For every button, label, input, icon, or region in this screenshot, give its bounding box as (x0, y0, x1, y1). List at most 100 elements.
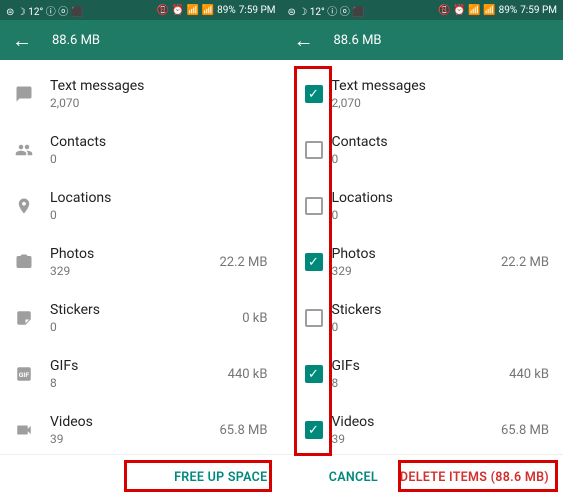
checkbox[interactable] (305, 141, 323, 159)
list-item[interactable]: Stickers 0 (282, 290, 563, 346)
item-label: Photos (332, 246, 490, 262)
header-size: 88.6 MB (334, 33, 382, 48)
item-label: Text messages (50, 78, 208, 94)
check-col: ✓ (296, 85, 332, 103)
gif-icon: GIF (14, 365, 34, 383)
item-size: 22.2 MB (489, 255, 549, 270)
item-count: 0 (332, 152, 490, 166)
checkbox[interactable]: ✓ (305, 421, 323, 439)
icon-col (14, 141, 50, 159)
check-col (296, 197, 332, 215)
check-icon: ✓ (308, 368, 319, 381)
item-count: 0 (332, 208, 490, 222)
text-col: GIFs 8 (50, 358, 208, 390)
item-label: Photos (50, 246, 208, 262)
item-count: 0 (50, 208, 208, 222)
item-count: 0 (332, 320, 490, 334)
list-item[interactable]: Locations 0 (0, 178, 282, 234)
footer: FREE UP SPACE (0, 454, 282, 500)
text-col: Locations 0 (50, 190, 208, 222)
item-size: 440 kB (208, 367, 268, 382)
text-col: Locations 0 (332, 190, 490, 222)
list-item[interactable]: Contacts 0 (0, 122, 282, 178)
item-size: 22.2 MB (208, 255, 268, 270)
text-col: Contacts 0 (332, 134, 490, 166)
item-label: Text messages (332, 78, 490, 94)
signal-icons: 📵 ⏰ 📶 📶 (157, 5, 214, 16)
text-col: GIFs 8 (332, 358, 490, 390)
item-count: 2,070 (50, 96, 208, 110)
check-col (296, 141, 332, 159)
footer: CANCEL DELETE ITEMS (88.6 MB) (282, 454, 563, 500)
text-col: Videos 39 (332, 414, 490, 446)
checkbox[interactable]: ✓ (305, 365, 323, 383)
battery-level: 89% (499, 5, 518, 16)
status-bar: ⊜ ☽ 12° ⓘ ⓞ ⬛ 📵 ⏰ 📶 📶 89% 7:59 PM (0, 0, 282, 20)
item-count: 329 (332, 264, 490, 278)
list-item[interactable]: ✓ Videos 39 65.8 MB (282, 402, 563, 454)
item-count: 0 (50, 320, 208, 334)
item-label: GIFs (50, 358, 208, 374)
text-col: Photos 329 (332, 246, 490, 278)
status-left: ⊜ ☽ 12° ⓘ ⓞ ⬛ (6, 3, 83, 18)
item-label: Stickers (50, 302, 208, 318)
checkbox[interactable] (305, 309, 323, 327)
clock: 7:59 PM (520, 5, 557, 16)
list-item[interactable]: Contacts 0 (282, 122, 563, 178)
message-icon (14, 85, 34, 103)
check-col (296, 309, 332, 327)
checkbox[interactable]: ✓ (305, 85, 323, 103)
list-item[interactable]: ✓ Text messages 2,070 (282, 66, 563, 122)
icon-col (14, 421, 50, 439)
app-header: ← 88.6 MB (282, 20, 563, 60)
cancel-button[interactable]: CANCEL (329, 470, 378, 485)
list-item[interactable]: Photos 329 22.2 MB (0, 234, 282, 290)
signal-icons: 📵 ⏰ 📶 📶 (438, 5, 495, 16)
status-right: 📵 ⏰ 📶 📶 89% 7:59 PM (438, 5, 557, 16)
delete-items-button[interactable]: DELETE ITEMS (88.6 MB) (400, 470, 549, 485)
text-col: Photos 329 (50, 246, 208, 278)
list-item[interactable]: ✓ GIFs 8 440 kB (282, 346, 563, 402)
icon-col (14, 253, 50, 271)
camera-icon (14, 253, 34, 271)
icon-col (14, 85, 50, 103)
list-item[interactable]: Locations 0 (282, 178, 563, 234)
item-label: Contacts (332, 134, 490, 150)
list-item[interactable]: Text messages 2,070 (0, 66, 282, 122)
item-size: 65.8 MB (489, 423, 549, 438)
item-label: Videos (50, 414, 208, 430)
back-icon[interactable]: ← (294, 28, 314, 53)
check-icon: ✓ (308, 88, 319, 101)
list-item[interactable]: Videos 39 65.8 MB (0, 402, 282, 454)
item-label: Videos (332, 414, 490, 430)
list-item[interactable]: Stickers 0 0 kB (0, 290, 282, 346)
screen-left: ⊜ ☽ 12° ⓘ ⓞ ⬛ 📵 ⏰ 📶 📶 89% 7:59 PM ← 88.6… (0, 0, 282, 500)
item-size: 65.8 MB (208, 423, 268, 438)
item-count: 39 (50, 432, 208, 446)
check-col: ✓ (296, 253, 332, 271)
item-label: Locations (332, 190, 490, 206)
text-col: Text messages 2,070 (332, 78, 490, 110)
item-count: 8 (50, 376, 208, 390)
check-icon: ✓ (308, 424, 319, 437)
free-up-space-button[interactable]: FREE UP SPACE (174, 470, 267, 485)
text-col: Stickers 0 (50, 302, 208, 334)
checkbox[interactable] (305, 197, 323, 215)
item-label: GIFs (332, 358, 490, 374)
check-col: ✓ (296, 421, 332, 439)
list-item[interactable]: GIF GIFs 8 440 kB (0, 346, 282, 402)
list-item[interactable]: ✓ Photos 329 22.2 MB (282, 234, 563, 290)
check-icon: ✓ (308, 256, 319, 269)
storage-list: Text messages 2,070 Contacts 0 Locations… (0, 60, 282, 454)
item-count: 39 (332, 432, 490, 446)
svg-text:GIF: GIF (19, 371, 30, 379)
app-header: ← 88.6 MB (0, 20, 282, 60)
item-count: 2,070 (332, 96, 490, 110)
item-size: 0 kB (208, 311, 268, 326)
status-bar: ⊜ ☽ 12° ⓘ ⓞ ⬛ 📵 ⏰ 📶 📶 89% 7:59 PM (282, 0, 563, 20)
item-label: Locations (50, 190, 208, 206)
checkbox[interactable]: ✓ (305, 253, 323, 271)
battery-level: 89% (217, 5, 236, 16)
back-icon[interactable]: ← (12, 28, 32, 53)
text-col: Stickers 0 (332, 302, 490, 334)
